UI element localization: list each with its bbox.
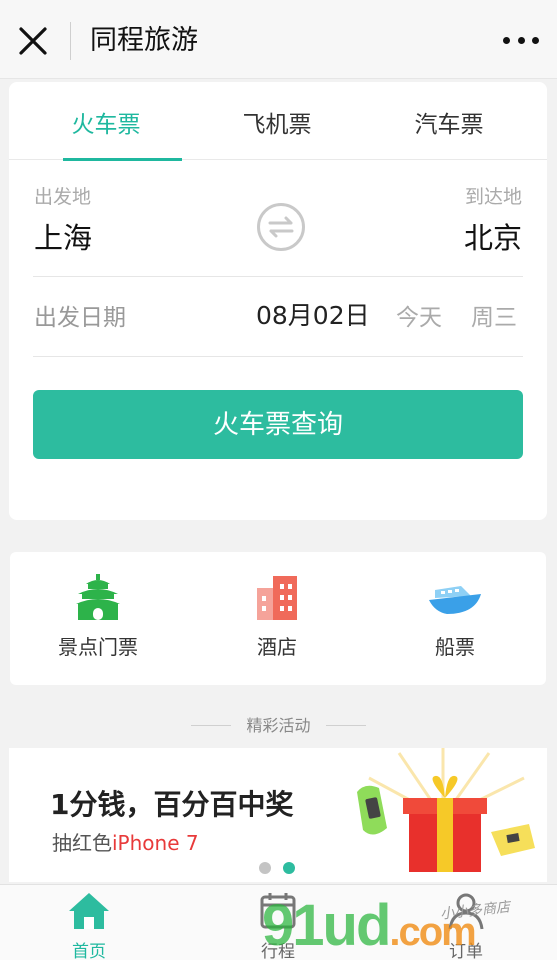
ticket-tabs: 火车票 飞机票 汽车票 [9, 82, 547, 161]
divider-line [191, 725, 231, 726]
tab-train-ticket[interactable]: 火车票 [26, 82, 186, 161]
tab-flight-ticket[interactable]: 飞机票 [197, 82, 357, 160]
carousel-dot-active[interactable] [283, 862, 295, 874]
nav-itinerary[interactable]: 行程 [218, 885, 338, 960]
booking-card: 火车票 飞机票 汽车票 出发地 上海 到达地 北京 出发日期 08月02日 今天… [9, 82, 547, 520]
calendar-icon [260, 893, 296, 929]
user-icon [448, 893, 484, 930]
date-today: 今天 [396, 305, 442, 331]
title-bar: 同程旅游 [0, 0, 557, 79]
nav-orders[interactable]: 订单 [406, 885, 526, 960]
banner-subtitle-prefix: 抽红色 [52, 831, 112, 855]
divider-line [326, 725, 366, 726]
promo-banner[interactable]: 1分钱，百分百中奖 抽红色iPhone 7 [9, 748, 547, 882]
banner-subtitle-highlight: iPhone 7 [112, 831, 199, 855]
from-city[interactable]: 上海 [34, 215, 92, 257]
service-attractions[interactable]: 景点门票 [13, 552, 183, 685]
nav-label: 订单 [449, 942, 483, 960]
service-ship[interactable]: 船票 [370, 552, 540, 685]
title-divider [70, 22, 71, 60]
service-label: 景点门票 [58, 635, 138, 659]
service-hotel[interactable]: 酒店 [192, 552, 362, 685]
banner-title: 1分钱，百分百中奖 [50, 788, 294, 821]
services-card: 景点门票 酒店 船票 [10, 552, 546, 685]
hotel-building-icon [257, 576, 297, 620]
to-label: 到达地 [464, 186, 522, 208]
activities-header: 精彩活动 [0, 712, 557, 738]
nav-label: 行程 [261, 942, 295, 960]
app-title: 同程旅游 [90, 25, 198, 56]
banner-subtitle: 抽红色iPhone 7 [52, 827, 199, 856]
search-train-button[interactable]: 火车票查询 [33, 390, 523, 459]
service-label: 船票 [435, 635, 475, 659]
to-city[interactable]: 北京 [464, 215, 522, 257]
activities-title: 精彩活动 [246, 716, 311, 735]
temple-icon [76, 574, 120, 620]
home-icon [69, 893, 109, 929]
carousel-dot[interactable] [259, 862, 271, 874]
more-dots-icon[interactable] [503, 30, 539, 50]
route-row: 出发地 上海 到达地 北京 [33, 160, 523, 277]
close-icon[interactable] [16, 24, 50, 58]
ship-icon [429, 586, 481, 614]
nav-home[interactable]: 首页 [29, 885, 149, 960]
date-row[interactable]: 出发日期 08月02日 今天 周三 [33, 277, 523, 357]
swap-arrows-icon[interactable] [257, 203, 305, 251]
bottom-nav: 首页 行程 订单 [0, 884, 557, 960]
carousel-dots [259, 862, 299, 874]
departure-date[interactable]: 08月02日 [256, 296, 370, 332]
nav-label: 首页 [72, 942, 106, 960]
from-label: 出发地 [34, 186, 92, 208]
service-label: 酒店 [257, 635, 297, 659]
gift-box-icon [357, 748, 535, 872]
date-label: 出发日期 [34, 305, 126, 331]
date-weekday: 周三 [471, 305, 517, 331]
tab-bus-ticket[interactable]: 汽车票 [369, 82, 529, 160]
